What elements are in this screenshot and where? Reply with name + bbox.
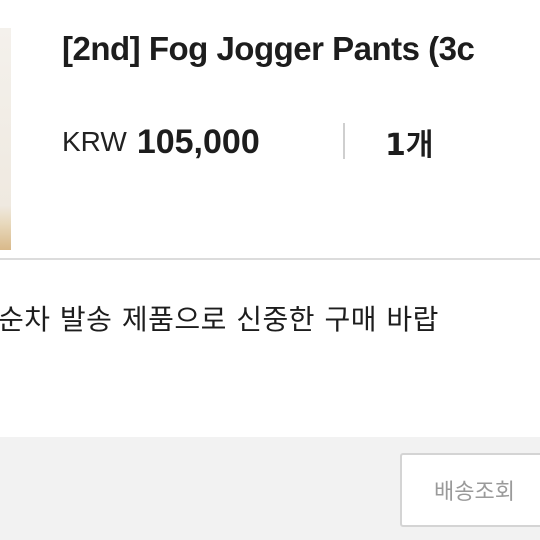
section-divider xyxy=(0,258,540,260)
order-item: [2nd] Fog Jogger Pants (3c KRW 105,000 1… xyxy=(0,0,540,258)
track-shipment-button[interactable]: 배송조회 xyxy=(400,453,540,527)
price-line: KRW 105,000 xyxy=(62,120,260,164)
shipping-notice: 순차 발송 제품으로 신중한 구매 바랍 xyxy=(0,303,439,336)
price-currency: KRW xyxy=(62,126,127,157)
product-thumbnail[interactable] xyxy=(0,28,11,250)
price-amount: 105,000 xyxy=(136,122,260,161)
quantity-label: 1개 xyxy=(385,128,434,163)
product-title[interactable]: [2nd] Fog Jogger Pants (3c xyxy=(62,30,475,68)
price-quantity-divider xyxy=(343,123,345,159)
